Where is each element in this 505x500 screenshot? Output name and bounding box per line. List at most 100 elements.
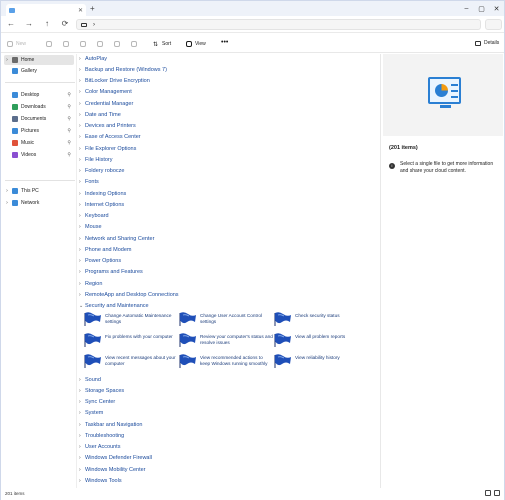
task-view-recent-messages-about-your-computer[interactable]: View recent messages about your computer	[83, 354, 178, 371]
category-keyboard[interactable]: › Keyboard	[79, 212, 109, 221]
details-view-icon[interactable]	[485, 490, 491, 496]
category-file-history[interactable]: › File History	[79, 155, 113, 164]
category-system[interactable]: › System	[79, 409, 103, 418]
category-sound[interactable]: › Sound	[79, 375, 101, 384]
task-fix-problems-with-your-computer[interactable]: Fix problems with your computer	[83, 333, 178, 350]
category-phone-and-modem[interactable]: › Phone and Modem	[79, 245, 131, 254]
category-windows-mobility-center[interactable]: › Windows Mobility Center	[79, 465, 146, 474]
search-input[interactable]	[485, 19, 502, 30]
category-user-accounts[interactable]: › User Accounts	[79, 443, 120, 452]
close-button[interactable]: ✕	[489, 1, 504, 16]
tab-close-button[interactable]: ✕	[78, 7, 83, 14]
preview-area	[383, 54, 503, 136]
forward-button[interactable]: →	[24, 19, 34, 29]
category-credential-manager[interactable]: › Credential Manager	[79, 99, 133, 108]
sidebar-item-videos[interactable]: Videos ⚲	[4, 150, 74, 160]
sidebar-item-documents[interactable]: Documents ⚲	[4, 114, 74, 124]
category-label: Troubleshooting	[85, 432, 125, 439]
category-file-explorer-options[interactable]: › File Explorer Options	[79, 144, 136, 153]
category-date-and-time[interactable]: › Date and Time	[79, 110, 121, 119]
category-region[interactable]: › Region	[79, 279, 102, 288]
sidebar-item-gallery[interactable]: Gallery	[4, 66, 74, 76]
minimize-button[interactable]: –	[459, 1, 474, 16]
network-icon	[12, 200, 18, 206]
new-button[interactable]: New	[7, 40, 26, 47]
category-label: Sync Center	[85, 399, 116, 405]
new-tab-button[interactable]: +	[90, 5, 95, 13]
category-color-management[interactable]: › Color Management	[79, 88, 132, 97]
category-devices-and-printers[interactable]: › Devices and Printers	[79, 122, 136, 131]
sidebar-item-label: Desktop	[21, 92, 40, 98]
item-count: (201 items)	[389, 145, 418, 151]
sort-button[interactable]: ⇅ Sort	[153, 40, 171, 48]
rename-button[interactable]	[97, 40, 106, 47]
category-autoplay[interactable]: › AutoPlay	[79, 54, 107, 63]
sidebar-item-this-pc[interactable]: › This PC	[4, 186, 74, 196]
tab-control-panel[interactable]: ✕	[6, 4, 86, 16]
category-windows-defender-firewall[interactable]: › Windows Defender Firewall	[79, 454, 152, 463]
category-windows-tools[interactable]: › Windows Tools	[79, 476, 122, 485]
category-storage-spaces[interactable]: › Storage Spaces	[79, 386, 124, 395]
expand-chevron-icon[interactable]: ›	[4, 188, 10, 194]
back-button[interactable]: ←	[6, 19, 16, 29]
task-view-all-problem-reports[interactable]: View all problem reports	[273, 333, 368, 350]
details-pane: (201 items) i Select a single file to ge…	[380, 54, 504, 488]
more-options-icon[interactable]: •••	[221, 39, 228, 46]
category-foldery-robocze[interactable]: › Foldery robocze	[79, 167, 124, 176]
category-mouse[interactable]: › Mouse	[79, 223, 102, 232]
category-label: Keyboard	[85, 213, 109, 219]
expand-chevron-icon[interactable]: ›	[4, 200, 10, 206]
sidebar-item-home[interactable]: › Home	[4, 55, 74, 65]
share-button[interactable]	[114, 40, 123, 47]
sidebar-item-network[interactable]: › Network	[4, 198, 74, 208]
category-label: Mouse	[85, 224, 102, 231]
maximize-button[interactable]: ▢	[474, 1, 489, 16]
up-button[interactable]: ↑	[42, 19, 52, 29]
category-internet-options[interactable]: › Internet Options	[79, 200, 124, 209]
category-ease-of-access-center[interactable]: › Ease of Access Center	[79, 133, 141, 142]
paste-button[interactable]	[80, 40, 89, 47]
sidebar-item-desktop[interactable]: Desktop ⚲	[4, 90, 74, 100]
task-label: Change Automatic Maintenance settings	[105, 313, 172, 324]
task-view-recommended-actions-to-keep-windows-running-smoothly[interactable]: View recommended actions to keep Windows…	[178, 354, 273, 371]
category-remoteapp-and-desktop-connections[interactable]: › RemoteApp and Desktop Connections	[79, 290, 179, 299]
security-flag-icon	[83, 312, 105, 329]
category-label: Credential Manager	[85, 100, 134, 107]
copy-button[interactable]	[63, 40, 72, 47]
task-review-your-computer-s-status-and-resolve-issues[interactable]: Review your computer's status and resolv…	[178, 333, 273, 350]
details-button[interactable]: Details	[475, 40, 499, 46]
category-security-and-maintenance[interactable]: ⌄ Security and Maintenance	[79, 302, 149, 311]
task-label: Review your computer's status and resolv…	[200, 334, 273, 345]
desktop-icon	[12, 92, 18, 98]
delete-button[interactable]	[131, 40, 140, 47]
address-chevron-icon[interactable]: ›	[93, 22, 95, 28]
address-bar[interactable]: ›	[76, 19, 481, 30]
sidebar-item-music[interactable]: Music ⚲	[4, 138, 74, 148]
category-troubleshooting[interactable]: › Troubleshooting	[79, 431, 124, 440]
view-button[interactable]: View	[186, 40, 206, 47]
category-programs-and-features[interactable]: › Programs and Features	[79, 268, 143, 277]
task-view-reliability-history[interactable]: View reliability history	[273, 354, 368, 371]
category-fonts[interactable]: › Fonts	[79, 178, 99, 187]
category-bitlocker-drive-encryption[interactable]: › BitLocker Drive Encryption	[79, 77, 150, 86]
sidebar-item-label: Gallery	[21, 68, 37, 74]
security-flag-icon	[273, 312, 295, 329]
tiles-view-icon[interactable]	[494, 490, 500, 496]
category-power-options[interactable]: › Power Options	[79, 257, 121, 266]
category-indexing-options[interactable]: › Indexing Options	[79, 189, 126, 198]
cut-button[interactable]	[46, 40, 55, 47]
gallery-icon	[12, 68, 18, 74]
details-message-text: Select a single file to get more informa…	[400, 161, 494, 174]
category-backup-and-restore-windows-7[interactable]: › Backup and Restore (Windows 7)	[79, 65, 167, 74]
category-sync-center[interactable]: › Sync Center	[79, 398, 115, 407]
task-check-security-status[interactable]: Check security status	[273, 312, 368, 329]
sidebar-item-pictures[interactable]: Pictures ⚲	[4, 126, 74, 136]
sidebar-item-downloads[interactable]: Downloads ⚲	[4, 102, 74, 112]
category-label: Fonts	[85, 179, 99, 186]
this-pc-icon	[12, 188, 18, 194]
task-change-automatic-maintenance-settings[interactable]: Change Automatic Maintenance settings	[83, 312, 178, 329]
category-network-and-sharing-center[interactable]: › Network and Sharing Center	[79, 234, 154, 243]
task-change-user-account-control-settings[interactable]: Change User Account Control settings	[178, 312, 273, 329]
refresh-button[interactable]: ⟳	[60, 19, 70, 29]
category-taskbar-and-navigation[interactable]: › Taskbar and Navigation	[79, 420, 142, 429]
